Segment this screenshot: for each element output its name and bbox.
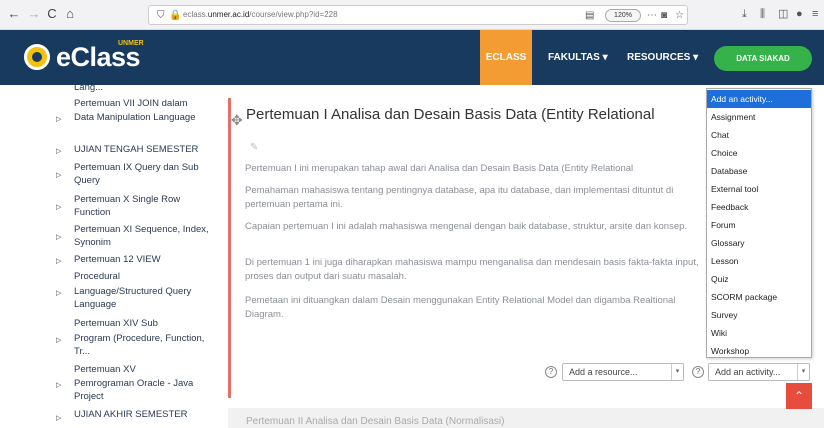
section-highlight-bar [228,98,231,398]
expand-arrow-icon: ▷ [56,172,62,179]
expand-arrow-icon: ▷ [56,234,62,241]
dropdown-option[interactable]: Chat [707,126,811,144]
dropdown-option[interactable]: Quiz [707,270,811,288]
activity-dropdown-menu[interactable]: Add an activity... Assignment Chat Choic… [706,88,812,358]
dropdown-option[interactable]: Survey [707,306,811,324]
expand-arrow-icon: ▷ [56,382,62,389]
nav-fakultas[interactable]: FAKULTAS ▾ [548,30,608,85]
section-paragraph: Capaian pertemuan I ini adalah mahasiswa… [245,221,688,232]
browser-toolbar: ← → C ⌂ ⛉ 🔒 eclass.unmer.ac.id/course/vi… [0,0,824,30]
dropdown-option[interactable]: Wiki [707,324,811,342]
menu-icon[interactable]: ≡ [812,7,818,21]
site-navbar: eClass UNMER ECLASS FAKULTAS ▾ RESOURCES… [0,30,824,85]
help-icon[interactable]: ? [692,366,704,378]
add-resource-select[interactable]: Add a resource... ▾ [562,363,684,381]
expand-arrow-icon: ▷ [56,290,62,297]
data-siakad-button[interactable]: DATA SIAKAD [714,46,812,71]
expand-arrow-icon: ▷ [56,148,62,155]
dropdown-option[interactable]: Workshop [707,342,811,360]
unmer-logo-icon[interactable] [24,44,50,70]
dropdown-option[interactable]: Choice [707,144,811,162]
section-paragraph: Di pertemuan 1 ini juga diharapkan mahas… [245,257,699,282]
dropdown-option[interactable]: Add an activity... [707,90,811,108]
dropdown-option[interactable]: Assignment [707,108,811,126]
section-paragraph: Pemahaman mahasiswa tentang pentingnya d… [245,185,674,210]
course-sidebar: Lang... Pertemuan VII JOIN dalam ▷ Data M… [56,85,216,423]
lock-icon: 🔒 [169,10,182,21]
nav-eclass[interactable]: ECLASS [480,30,532,85]
sidebar-toggle-icon[interactable]: ◫ [778,7,788,21]
section-title: Pertemuan I Analisa dan Desain Basis Dat… [246,106,655,123]
download-icon[interactable]: ⤓ [742,7,747,21]
dropdown-option[interactable]: Feedback [707,198,811,216]
home-button[interactable]: ⌂ [62,6,78,22]
add-activity-select[interactable]: Add an activity... ▾ [708,363,810,381]
expand-arrow-icon: ▷ [56,204,62,211]
chevron-down-icon: ▾ [797,364,809,380]
section-paragraph: Pertemuan I ini merupakan tahap awal dar… [245,163,634,174]
bookmark-star-icon[interactable]: ☆ [675,9,684,23]
library-icon[interactable]: ⫼ [760,7,765,21]
pocket-icon[interactable]: ◙ [661,9,667,23]
nav-resources[interactable]: RESOURCES ▾ [627,30,698,85]
reader-view-icon[interactable]: ▤ [585,9,594,23]
move-icon[interactable]: ✥ [231,112,243,129]
expand-arrow-icon: ▷ [56,258,62,265]
chevron-down-icon: ▾ [671,364,683,380]
extension-icon[interactable]: ● [796,7,803,21]
next-section: Pertemuan II Analisa dan Desain Basis Da… [228,408,824,428]
zoom-indicator[interactable]: 120% [605,9,641,22]
expand-arrow-icon: ▷ [56,415,62,422]
expand-arrow-icon: ▷ [56,116,62,123]
scroll-to-top-button[interactable]: ⌃ [786,383,812,409]
logo-superscript: UNMER [118,40,144,47]
dropdown-option[interactable]: Lesson [707,252,811,270]
expand-arrow-icon: ▷ [56,337,62,344]
dropdown-option[interactable]: SCORM package [707,288,811,306]
back-button[interactable]: ← [6,6,22,22]
forward-button[interactable]: → [26,6,42,22]
section-paragraph: Pemetaan ini dituangkan dalam Desain men… [245,295,676,320]
dropdown-option[interactable]: External tool [707,180,811,198]
more-actions-icon[interactable]: ⋯ [647,9,657,23]
dropdown-option[interactable]: Glossary [707,234,811,252]
edit-pencil-icon[interactable]: ✎ [250,142,258,153]
reload-button[interactable]: C [44,6,60,22]
help-icon[interactable]: ? [545,366,557,378]
dropdown-option[interactable]: Forum [707,216,811,234]
shield-icon: ⛉ [157,10,165,21]
dropdown-option[interactable]: Database [707,162,811,180]
url-bar[interactable]: ⛉ 🔒 eclass.unmer.ac.id/course/view.php?i… [148,5,688,25]
url-text: eclass.unmer.ac.id/course/view.php?id=22… [183,10,338,19]
next-section-title: Pertemuan II Analisa dan Desain Basis Da… [246,416,505,427]
